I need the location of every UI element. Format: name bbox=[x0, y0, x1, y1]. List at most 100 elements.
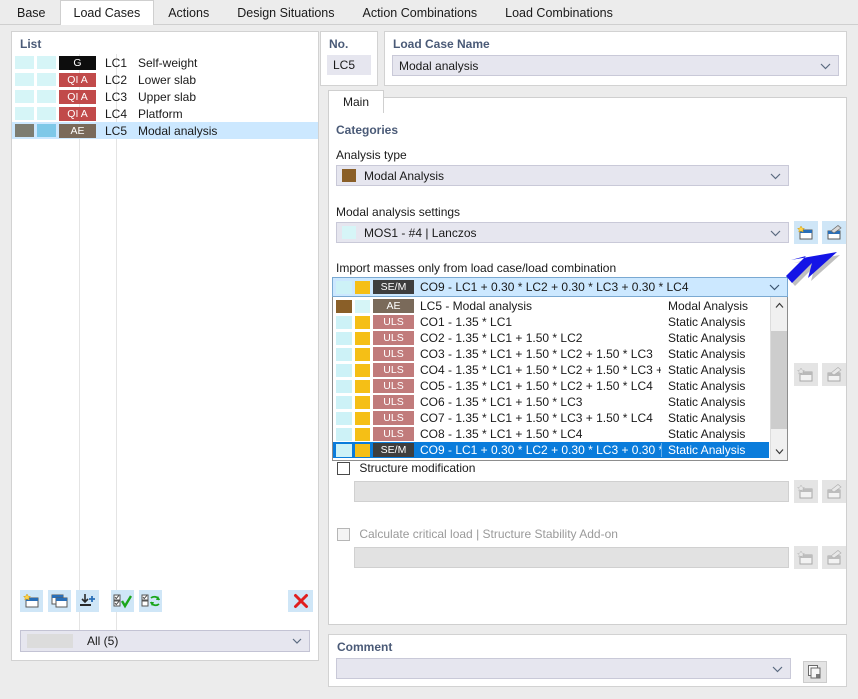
dropdown-item[interactable]: ULS CO6 - 1.35 * LC1 + 1.50 * LC3 Static A… bbox=[333, 394, 769, 410]
scrollbar-thumb[interactable] bbox=[771, 331, 787, 429]
new-structure-mod-button-hidden[interactable] bbox=[794, 363, 818, 386]
dropdown-item[interactable]: ULS CO7 - 1.35 * LC1 + 1.50 * LC3 + 1.50 … bbox=[333, 410, 769, 426]
structure-modification-checkbox[interactable] bbox=[337, 462, 350, 476]
load-case-number-value[interactable]: LC5 bbox=[327, 55, 371, 75]
new-structure-modification-button[interactable] bbox=[794, 480, 818, 503]
comment-library-button[interactable] bbox=[803, 661, 827, 683]
dropdown-item[interactable]: ULS CO4 - 1.35 * LC1 + 1.50 * LC2 + 1.50 … bbox=[333, 362, 769, 378]
chevron-down-icon[interactable] bbox=[292, 636, 302, 646]
list-filter-combo[interactable]: All (5) bbox=[20, 630, 310, 652]
row-number: LC3 bbox=[105, 89, 128, 104]
item-color-swatch-2 bbox=[355, 331, 370, 345]
load-case-list-panel: List G LC1 Self-weight QI A LC2 Lower slab QI … bbox=[11, 31, 319, 661]
item-category-badge: ULS bbox=[373, 347, 414, 361]
dropdown-item[interactable]: ULS CO8 - 1.35 * LC1 + 1.50 * LC4 Static A… bbox=[333, 426, 769, 442]
dropdown-item[interactable]: ULS CO2 - 1.35 * LC1 + 1.50 * LC2 Static A… bbox=[333, 330, 769, 346]
item-label: CO9 - LC1 + 0.30 * LC2 + 0.30 * LC3 + 0.… bbox=[420, 443, 661, 457]
item-analysis-type: Static Analysis bbox=[661, 443, 769, 457]
load-case-name-combo[interactable]: Modal analysis bbox=[392, 55, 839, 76]
item-analysis-type: Static Analysis bbox=[668, 427, 746, 441]
critical-load-field[interactable] bbox=[354, 547, 789, 568]
comment-caption: Comment bbox=[337, 640, 393, 654]
new-load-case-button[interactable] bbox=[20, 590, 43, 612]
critical-load-row[interactable]: Calculate critical load | Structure Stab… bbox=[337, 527, 618, 542]
dropdown-item[interactable]: ULS CO3 - 1.35 * LC1 + 1.50 * LC2 + 1.50 … bbox=[333, 346, 769, 362]
table-row[interactable]: QI A LC3 Upper slab bbox=[12, 88, 318, 105]
tab-actions[interactable]: Actions bbox=[154, 1, 223, 25]
import-masses-label: Import masses only from load case/load c… bbox=[336, 261, 617, 275]
table-row[interactable]: QI A LC4 Platform bbox=[12, 105, 318, 122]
structure-modification-row[interactable]: Structure modification bbox=[337, 461, 475, 476]
edit-structure-mod-button-hidden[interactable] bbox=[822, 363, 846, 386]
select-all-button[interactable] bbox=[111, 590, 134, 612]
tab-row-filler bbox=[384, 97, 847, 114]
edit-modal-settings-button[interactable] bbox=[822, 221, 846, 244]
tab-main[interactable]: Main bbox=[328, 90, 384, 114]
chevron-down-icon[interactable] bbox=[770, 171, 781, 181]
analysis-type-color-swatch bbox=[342, 169, 356, 182]
import-masses-dropdown-list[interactable]: AE LC5 - Modal analysis Modal Analysis ULS C… bbox=[332, 296, 788, 461]
copy-load-case-button[interactable] bbox=[48, 590, 71, 612]
item-label: CO2 - 1.35 * LC1 + 1.50 * LC2 bbox=[420, 331, 583, 345]
chevron-down-icon[interactable] bbox=[820, 61, 831, 71]
row-category-badge: G bbox=[59, 55, 96, 70]
new-modal-settings-button[interactable] bbox=[794, 221, 818, 244]
dropdown-item[interactable]: ULS CO5 - 1.35 * LC1 + 1.50 * LC2 + 1.50 … bbox=[333, 378, 769, 394]
item-color-swatch-1 bbox=[336, 411, 352, 425]
import-load-case-button[interactable] bbox=[76, 590, 99, 612]
scroll-down-button[interactable] bbox=[771, 443, 787, 460]
analysis-type-combo[interactable]: Modal Analysis bbox=[336, 165, 789, 186]
load-case-list[interactable]: G LC1 Self-weight QI A LC2 Lower slab QI A LC3 U… bbox=[12, 54, 318, 139]
chevron-down-icon[interactable] bbox=[772, 664, 783, 674]
row-color-swatch-2 bbox=[37, 124, 56, 137]
import-masses-combo[interactable]: SE/M CO9 - LC1 + 0.30 * LC2 + 0.30 * LC3… bbox=[332, 277, 788, 297]
list-column-grid bbox=[12, 54, 318, 642]
item-color-swatch-1 bbox=[336, 331, 352, 345]
delete-load-case-button[interactable] bbox=[288, 590, 313, 612]
critical-load-checkbox[interactable] bbox=[337, 528, 350, 542]
item-color-swatch-2 bbox=[355, 427, 370, 441]
item-analysis-type: Static Analysis bbox=[668, 347, 746, 361]
table-row[interactable]: AE LC5 Modal analysis bbox=[12, 122, 318, 139]
structure-modification-field[interactable] bbox=[354, 481, 789, 502]
row-color-swatch-2 bbox=[37, 90, 56, 103]
item-category-badge: ULS bbox=[373, 395, 414, 409]
comment-combo[interactable] bbox=[336, 658, 791, 679]
item-color-swatch-2 bbox=[355, 395, 370, 409]
dropdown-item[interactable]: ULS CO1 - 1.35 * LC1 Static Analysis bbox=[333, 314, 769, 330]
chevron-down-icon[interactable] bbox=[769, 282, 780, 292]
dropdown-item[interactable]: AE LC5 - Modal analysis Modal Analysis bbox=[333, 298, 769, 314]
row-name: Upper slab bbox=[138, 89, 197, 104]
item-color-swatch-2 bbox=[355, 315, 370, 329]
tab-load-cases[interactable]: Load Cases bbox=[59, 0, 155, 25]
invert-selection-button[interactable] bbox=[139, 590, 162, 612]
main-tab-row: Main bbox=[328, 90, 847, 114]
row-category-badge: QI A bbox=[59, 72, 96, 87]
scroll-up-button[interactable] bbox=[771, 297, 787, 314]
dropdown-item[interactable]: SE/M CO9 - LC1 + 0.30 * LC2 + 0.30 * LC3 … bbox=[333, 442, 769, 458]
row-color-swatch-2 bbox=[37, 107, 56, 120]
tab-base[interactable]: Base bbox=[3, 1, 60, 25]
edit-critical-load-button[interactable] bbox=[822, 546, 846, 569]
tabstrip: Base Load Cases Actions Design Situations Ac… bbox=[0, 0, 858, 25]
item-label: CO8 - 1.35 * LC1 + 1.50 * LC4 bbox=[420, 427, 583, 441]
combo-color-swatch-1 bbox=[336, 280, 352, 294]
item-color-swatch-2 bbox=[355, 299, 370, 313]
modal-settings-label: Modal analysis settings bbox=[336, 205, 461, 219]
modal-settings-combo[interactable]: MOS1 - #4 | Lanczos bbox=[336, 222, 789, 243]
dropdown-scrollbar[interactable] bbox=[770, 297, 787, 460]
item-category-badge: ULS bbox=[373, 331, 414, 345]
tab-action-combinations[interactable]: Action Combinations bbox=[349, 1, 492, 25]
chevron-down-icon[interactable] bbox=[770, 228, 781, 238]
item-category-badge: ULS bbox=[373, 379, 414, 393]
row-category-badge: QI A bbox=[59, 89, 96, 104]
load-case-number-box: No. LC5 bbox=[320, 31, 378, 86]
item-category-badge: ULS bbox=[373, 315, 414, 329]
tab-load-combinations[interactable]: Load Combinations bbox=[491, 1, 627, 25]
item-analysis-type: Static Analysis bbox=[668, 411, 746, 425]
tab-design-situations[interactable]: Design Situations bbox=[223, 1, 348, 25]
table-row[interactable]: G LC1 Self-weight bbox=[12, 54, 318, 71]
edit-structure-modification-button[interactable] bbox=[822, 480, 846, 503]
new-critical-load-button[interactable] bbox=[794, 546, 818, 569]
table-row[interactable]: QI A LC2 Lower slab bbox=[12, 71, 318, 88]
